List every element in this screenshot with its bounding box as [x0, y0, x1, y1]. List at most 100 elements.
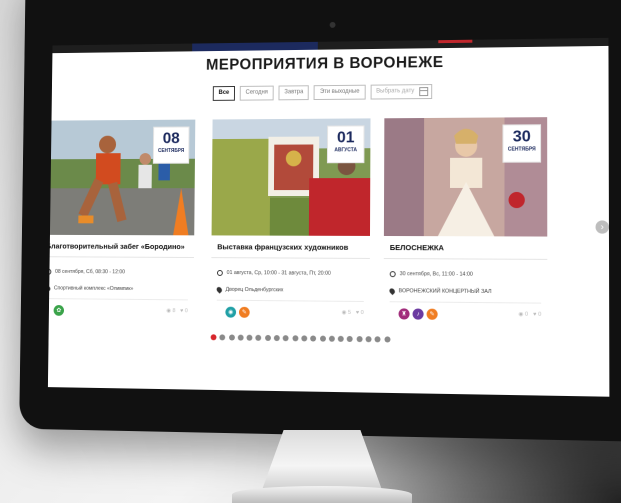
event-month: августа: [334, 147, 358, 154]
filter-weekend-button[interactable]: Эти выходные: [314, 84, 366, 101]
divider: [211, 257, 370, 259]
date-filter-bar: Все Сегодня Завтра Эти выходные Выбрать …: [212, 84, 432, 101]
eye-icon: ◉: [166, 308, 171, 315]
event-date-badge: 30 сентября: [502, 124, 542, 163]
views-count: ◉ 0: [518, 311, 529, 318]
event-stats: ◉ 5 ♥ 0: [342, 310, 364, 316]
carousel-dot[interactable]: [255, 334, 262, 341]
category-tags: ◉ ✎: [225, 306, 250, 318]
carousel-dot[interactable]: [219, 334, 226, 341]
event-time-text: 01 августа, Ср, 10:00 - 31 августа, Пт, …: [226, 270, 331, 277]
filter-tomorrow-button[interactable]: Завтра: [278, 85, 310, 101]
carousel-dot[interactable]: [273, 335, 280, 342]
carousel-dot[interactable]: [310, 335, 317, 342]
carousel-dot[interactable]: [337, 335, 344, 342]
divider: [383, 258, 548, 260]
heart-icon: ♥: [355, 309, 360, 316]
carousel-dot[interactable]: [210, 334, 217, 341]
monitor-frame: МЕРОПРИЯТИЯ В ВОРОНЕЖЕ Все Сегодня Завтр…: [19, 0, 621, 442]
carousel-dot[interactable]: [384, 336, 391, 343]
divider: [47, 256, 195, 259]
carousel-dot[interactable]: [356, 336, 363, 343]
palette-icon[interactable]: ✎: [426, 308, 438, 320]
page-title: МЕРОПРИЯТИЯ В ВОРОНЕЖЕ: [205, 54, 444, 74]
event-card[interactable]: 08 сентября Благотворительный забег «Бор…: [47, 119, 196, 327]
location-pin-icon: [47, 284, 52, 293]
carousel-dot[interactable]: [319, 335, 326, 342]
eye-icon: ◉: [341, 309, 347, 316]
webcam-icon: [329, 21, 336, 28]
event-time: 08 сентября, Сб, 08:30 - 12:00: [47, 268, 125, 276]
date-picker-field[interactable]: Выбрать дату: [370, 84, 432, 100]
event-title[interactable]: Выставка французских художников: [217, 242, 348, 252]
event-time: 30 сентября, Вс, 11:00 - 14:00: [389, 271, 473, 278]
dance-icon[interactable]: ♪: [412, 308, 424, 320]
location-pin-icon: [215, 285, 224, 294]
event-stats: ◉ 0 ♥ 0: [518, 312, 541, 318]
site-header-bar: [52, 37, 609, 54]
filter-all-button[interactable]: Все: [212, 85, 236, 101]
website-screen: МЕРОПРИЯТИЯ В ВОРОНЕЖЕ Все Сегодня Завтр…: [47, 37, 610, 397]
event-date-badge: 01 августа: [326, 125, 365, 164]
carousel-dot[interactable]: [237, 334, 244, 341]
carousel-dot[interactable]: [301, 335, 308, 342]
event-location-text: Дворец Ольденбургских: [225, 286, 284, 294]
carousel-dot[interactable]: [264, 334, 271, 341]
eye-icon: ◉: [518, 311, 524, 318]
likes-count: ♥ 0: [180, 308, 188, 315]
event-time-text: 08 сентября, Сб, 08:30 - 12:00: [55, 268, 125, 276]
carousel-dot[interactable]: [374, 336, 381, 343]
calendar-icon: [418, 87, 428, 97]
clock-icon: [389, 271, 396, 278]
views-count: ◉ 5: [341, 309, 351, 316]
event-card[interactable]: 30 сентября БЕЛОСНЕЖКА 30 сентября, Вс, …: [383, 117, 548, 331]
event-month: сентября: [507, 146, 536, 153]
views-count: ◉ 8: [166, 308, 176, 315]
carousel-dot[interactable]: [228, 334, 235, 341]
carousel-dot[interactable]: [347, 335, 354, 343]
clock-icon: [47, 268, 52, 275]
event-day: 01: [336, 129, 355, 147]
category-tags: ♜ ♪ ✎: [398, 308, 438, 320]
divider: [216, 299, 364, 302]
event-time-text: 30 сентября, Вс, 11:00 - 14:00: [399, 271, 473, 278]
event-day: 30: [512, 128, 531, 146]
likes-count: ♥ 0: [355, 309, 364, 317]
heart-icon: ♥: [180, 308, 184, 315]
event-title[interactable]: БЕЛОСНЕЖКА: [390, 243, 444, 252]
theatre-icon[interactable]: ♜: [398, 308, 410, 320]
carousel-pagination: [210, 334, 391, 343]
heart-icon: ♥: [533, 311, 537, 318]
header-accent-navy: [192, 41, 318, 52]
palette-icon[interactable]: ✎: [238, 306, 250, 318]
eye-icon[interactable]: ◉: [225, 306, 237, 318]
event-location-text: Спортивный комплекс «Олимпик»: [53, 285, 134, 293]
event-title[interactable]: Благотворительный забег «Бородино»: [48, 242, 185, 251]
divider: [47, 298, 188, 301]
clock-icon: [216, 269, 223, 276]
carousel-dot[interactable]: [283, 335, 289, 342]
carousel-dot[interactable]: [328, 335, 335, 342]
event-month: сентября: [157, 148, 185, 154]
event-location-text: ВОРОНЕЖСКИЙ КОНЦЕРТНЫЙ ЗАЛ: [398, 288, 492, 296]
monitor-stand-base: [232, 486, 412, 503]
location-pin-icon: [388, 287, 397, 296]
date-picker-placeholder: Выбрать дату: [376, 88, 415, 95]
carousel-dot[interactable]: [365, 336, 372, 343]
event-date-badge: 08 сентября: [152, 126, 190, 164]
event-day: 08: [162, 130, 180, 148]
event-stats: ◉ 8 ♥ 0: [166, 308, 187, 314]
carousel-dot[interactable]: [292, 335, 299, 342]
filter-today-button[interactable]: Сегодня: [239, 85, 274, 101]
event-location: Спортивный комплекс «Олимпик»: [47, 284, 134, 293]
event-card[interactable]: 01 августа Выставка французских художник…: [210, 118, 371, 329]
category-tags: ✿: [53, 305, 65, 316]
event-location: ВОРОНЕЖСКИЙ КОНЦЕРТНЫЙ ЗАЛ: [388, 287, 492, 296]
header-accent-red: [438, 39, 473, 44]
divider: [389, 301, 542, 304]
likes-count: ♥ 0: [533, 311, 542, 318]
sport-icon[interactable]: ✿: [53, 305, 65, 316]
carousel-next-button[interactable]: ›: [595, 220, 609, 234]
event-time: 01 августа, Ср, 10:00 - 31 августа, Пт, …: [216, 269, 331, 277]
carousel-dot[interactable]: [246, 334, 253, 341]
